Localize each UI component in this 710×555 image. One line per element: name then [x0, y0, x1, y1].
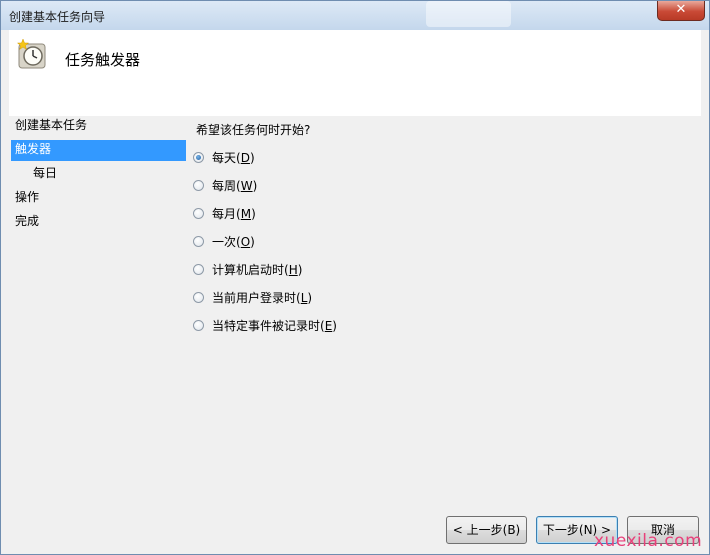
radio-button[interactable] [193, 291, 204, 303]
trigger-question: 希望该任务何时开始? [196, 123, 311, 137]
task-clock-icon [16, 38, 46, 69]
sidebar-item-create-basic-task[interactable]: 创建基本任务 [11, 116, 186, 137]
radio-button[interactable] [193, 207, 204, 219]
radio-label: 每周(W) [212, 178, 258, 193]
wizard-header: 任务触发器 [9, 30, 701, 116]
sidebar-item-trigger[interactable]: 触发器 [11, 140, 186, 161]
radio-option-computer-startup[interactable]: 计算机启动时(H) [193, 260, 302, 278]
sidebar-item-finish[interactable]: 完成 [11, 212, 186, 233]
radio-option-user-logon[interactable]: 当前用户登录时(L) [193, 288, 312, 306]
radio-button[interactable] [193, 319, 204, 331]
radio-label: 当特定事件被记录时(E) [212, 318, 337, 333]
radio-option-once[interactable]: 一次(O) [193, 232, 255, 250]
radio-option-monthly[interactable]: 每月(M) [193, 204, 256, 222]
back-button[interactable]: < 上一步(B) [446, 516, 527, 544]
site-watermark: xuexila.com [594, 531, 703, 551]
radio-label: 每天(D) [212, 150, 255, 165]
wizard-steps-sidebar: 创建基本任务 触发器 每日 操作 完成 [9, 116, 189, 516]
sidebar-item-action[interactable]: 操作 [11, 188, 186, 209]
radio-button[interactable] [193, 235, 204, 247]
radio-option-event-logged[interactable]: 当特定事件被记录时(E) [193, 316, 337, 334]
radio-option-weekly[interactable]: 每周(W) [193, 176, 257, 194]
radio-label: 计算机启动时(H) [212, 262, 303, 277]
radio-button[interactable] [193, 263, 204, 275]
radio-button[interactable] [193, 179, 204, 191]
close-button[interactable]: ✕ [657, 1, 705, 21]
radio-option-daily[interactable]: 每天(D) [193, 148, 255, 166]
page-title: 任务触发器 [65, 51, 141, 69]
window-title: 创建基本任务向导 [9, 10, 106, 24]
radio-label: 每月(M) [212, 206, 256, 221]
radio-label: 当前用户登录时(L) [212, 290, 313, 305]
radio-button[interactable] [193, 151, 204, 163]
sidebar-item-daily[interactable]: 每日 [11, 164, 186, 185]
wizard-window: 创建基本任务向导 ✕ 任务触发器 创建基本任务 触发器 每日 操作 完成 希望该… [0, 0, 710, 555]
title-bar[interactable]: 创建基本任务向导 ✕ [1, 1, 709, 30]
radio-label: 一次(O) [212, 234, 255, 249]
title-bar-glare [426, 1, 511, 27]
